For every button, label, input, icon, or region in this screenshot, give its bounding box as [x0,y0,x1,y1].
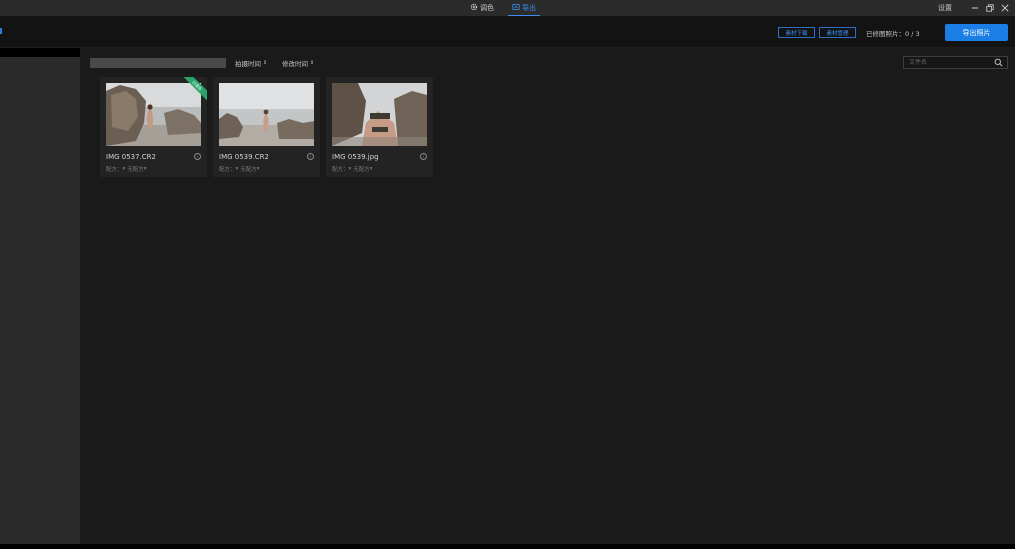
dropdown-arrow-icon: ▾ [143,166,147,172]
search-input[interactable] [904,59,992,66]
photo-thumbnail[interactable] [219,83,314,146]
minimize-icon[interactable] [969,2,981,14]
sort-by-modify-time[interactable]: 修改时间 ⇕ [282,58,314,68]
close-icon[interactable] [999,2,1011,14]
window-controls: 设置 [938,0,1011,16]
top-toolbar: 素材下载 素材管理 已修图照片：0 / 3 导出照片 [0,16,1015,48]
tab-label: 调色 [480,4,494,12]
material-download-button[interactable]: 素材下载 [778,27,815,38]
dropdown-arrow-icon: ▾ [369,166,373,172]
window-bottom-edge [0,544,1015,549]
export-photos-button[interactable]: 导出照片 [945,24,1008,41]
sort-arrows-icon: ⇕ [310,60,315,66]
material-manage-button[interactable]: 素材管理 [819,27,856,38]
photo-card[interactable]: IMG 0539.jpg i 配方： ▾ 无配方 ▾ [326,77,433,177]
preset-select[interactable]: 无配方 [127,165,144,173]
sort-label: 修改时间 [282,60,308,68]
info-icon[interactable]: i [307,153,314,160]
photo-card[interactable]: 已调色 IMG 0537.CR2 i 配方： ▾ 无配方 ▾ [100,77,207,177]
preset-select[interactable]: 无配方 [353,165,370,173]
left-sidebar [0,57,80,544]
preset-label: 配方： [332,167,349,173]
mode-tabs: 调色 导出 [466,0,550,16]
tab-label: 导出 [522,3,536,12]
tab-export[interactable]: 导出 [508,0,540,16]
photo-preset: 配方： ▾ 无配方 ▾ [106,165,147,173]
gear-icon [470,3,478,13]
photo-preset: 配方： ▾ 无配方 ▾ [219,165,260,173]
sort-label: 拍摄时间 [235,60,261,68]
dropdown-arrow-icon: ▾ [122,166,126,172]
filename-search [903,56,1008,69]
settings-link[interactable]: 设置 [938,3,952,13]
title-bar: 调色 导出 设置 [0,0,1015,16]
status-badge: 已调色 [183,77,207,101]
search-icon[interactable] [992,57,1004,69]
sidebar-toggle-indicator[interactable] [0,28,2,34]
dropdown-arrow-icon: ▾ [235,166,239,172]
badge-label: 已调色 [183,77,207,101]
dropdown-arrow-icon: ▾ [348,166,352,172]
sort-arrows-icon: ⇕ [263,60,268,66]
preset-select[interactable]: 无配方 [240,165,257,173]
tab-color-grading[interactable]: 调色 [466,0,498,16]
photo-filename: IMG 0539.jpg [332,153,379,161]
restore-icon[interactable] [984,2,996,14]
photo-thumbnail[interactable] [332,83,427,146]
folder-path-bar[interactable] [90,58,226,68]
preset-label: 配方： [219,167,236,173]
preset-label: 配方： [106,167,123,173]
info-icon[interactable]: i [420,153,427,160]
export-icon [512,3,520,13]
photo-filename: IMG 0539.CR2 [219,153,269,161]
exported-count: 已修图照片：0 / 3 [866,29,920,38]
photo-card[interactable]: IMG 0539.CR2 i 配方： ▾ 无配方 ▾ [213,77,320,177]
photo-preset: 配方： ▾ 无配方 ▾ [332,165,373,173]
sort-by-shoot-time[interactable]: 拍摄时间 ⇕ [235,58,267,68]
info-icon[interactable]: i [194,153,201,160]
dropdown-arrow-icon: ▾ [256,166,260,172]
photo-filename: IMG 0537.CR2 [106,153,156,161]
